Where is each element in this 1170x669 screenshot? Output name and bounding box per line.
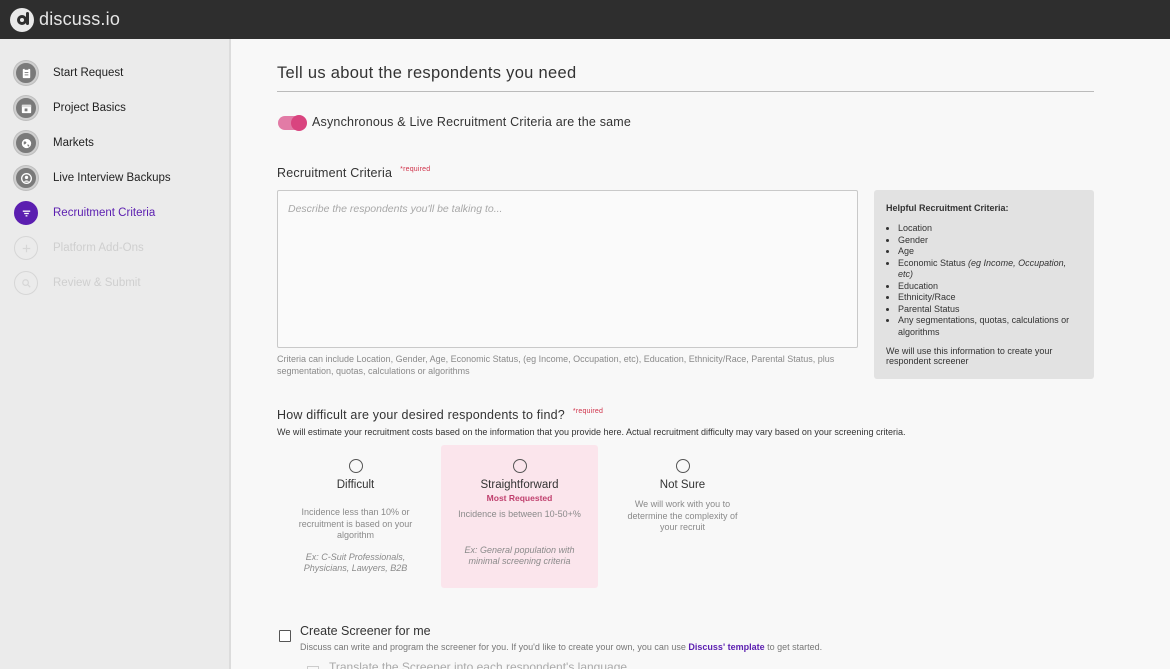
search-icon xyxy=(14,271,38,295)
sidebar-item-platform-add-ons[interactable]: Platform Add-Ons xyxy=(14,234,144,262)
sidebar-item-recruitment-criteria[interactable]: Recruitment Criteria xyxy=(14,199,155,227)
list-item: Ethnicity/Race xyxy=(898,292,1082,304)
difficulty-option-straightforward[interactable]: Straightforward Most Requested Incidence… xyxy=(441,445,598,588)
list-item: Economic Status (eg Income, Occupation, … xyxy=(898,258,1082,281)
required-marker: *required xyxy=(572,408,604,415)
option-description: We will work with you to determine the c… xyxy=(627,499,738,532)
list-item: Education xyxy=(898,281,1082,293)
option-example: Ex: General population with minimal scre… xyxy=(464,544,575,567)
sidebar-item-project-basics[interactable]: Project Basics xyxy=(14,94,126,122)
option-example: Ex: C-Suit Professionals, Physicians, La… xyxy=(303,551,408,574)
sidebar-item-label: Project Basics xyxy=(53,102,126,114)
radio-button[interactable] xyxy=(675,459,690,473)
sidebar-item-label: Recruitment Criteria xyxy=(53,207,156,219)
recruitment-criteria-textarea[interactable]: Describe the respondents you'll be talki… xyxy=(277,190,858,348)
sidebar-item-label: Live Interview Backups xyxy=(53,172,171,184)
option-description: Incidence less than 10% or recruitment i… xyxy=(298,507,413,540)
difficulty-option-difficult[interactable]: Difficult Incidence less than 10% or rec… xyxy=(277,445,434,588)
sidebar-item-label: Start Request xyxy=(53,67,124,79)
plus-icon xyxy=(14,236,38,260)
recruitment-criteria-label: Recruitment Criteria *required xyxy=(277,166,431,180)
divider xyxy=(277,91,1094,92)
option-title: Not Sure xyxy=(659,479,706,491)
helpful-note: We will use this information to create y… xyxy=(886,346,1053,366)
required-marker: *required xyxy=(400,166,431,173)
list-item: Parental Status xyxy=(898,304,1082,316)
same-criteria-toggle[interactable] xyxy=(278,115,307,131)
clipboard-icon xyxy=(14,61,38,85)
difficulty-subtitle: We will estimate your recruitment costs … xyxy=(277,427,906,437)
most-requested-badge: Most Requested xyxy=(486,493,553,503)
radio-button[interactable] xyxy=(348,459,363,473)
sidebar-item-label: Markets xyxy=(53,137,94,149)
globe-icon xyxy=(14,131,38,155)
list-item: Gender xyxy=(898,235,1082,247)
helpful-title: Helpful Recruitment Criteria: xyxy=(886,203,1009,213)
option-description: Incidence is between 10-50+% xyxy=(458,509,581,519)
sidebar: Start Request Project Basics Markets Liv… xyxy=(0,39,231,669)
sidebar-item-label: Review & Submit xyxy=(53,277,141,289)
user-icon xyxy=(14,166,38,190)
option-title: Difficult xyxy=(336,479,375,491)
list-item: Any segmentations, quotas, calculations … xyxy=(898,315,1082,338)
helpful-criteria-panel: Helpful Recruitment Criteria: Location G… xyxy=(874,190,1094,379)
sidebar-item-live-interview-backups[interactable]: Live Interview Backups xyxy=(14,164,171,192)
main-content: Tell us about the respondents you need A… xyxy=(233,39,1170,669)
discuss-logo-icon[interactable] xyxy=(10,7,34,32)
calendar-icon xyxy=(14,96,38,120)
criteria-placeholder: Describe the respondents you'll be talki… xyxy=(288,203,503,215)
criteria-help-text: Criteria can include Location, Gender, A… xyxy=(277,354,835,376)
sidebar-item-start-request[interactable]: Start Request xyxy=(14,59,123,87)
list-item: Location xyxy=(898,223,1082,235)
option-title: Straightforward xyxy=(480,479,559,491)
app-name: discuss.io xyxy=(39,9,121,29)
list-item: Age xyxy=(898,246,1082,258)
translate-screener-label: Translate the Screener into each respond… xyxy=(329,660,628,669)
difficulty-option-not-sure[interactable]: Not Sure We will work with you to determ… xyxy=(604,445,761,588)
radio-button[interactable] xyxy=(512,459,527,473)
filter-icon xyxy=(14,201,38,225)
same-criteria-toggle-label: Asynchronous & Live Recruitment Criteria… xyxy=(312,115,632,129)
create-screener-checkbox[interactable] xyxy=(279,630,291,642)
sidebar-item-label: Platform Add-Ons xyxy=(53,242,144,254)
create-screener-description: Discuss can write and program the screen… xyxy=(300,642,823,652)
difficulty-label: How difficult are your desired responden… xyxy=(277,408,604,422)
create-screener-label: Create Screener for me xyxy=(300,624,431,638)
page-title: Tell us about the respondents you need xyxy=(277,64,577,82)
top-bar: discuss.io xyxy=(0,0,1170,39)
helpful-list: Location Gender Age Economic Status (eg … xyxy=(886,223,1082,338)
sidebar-item-markets[interactable]: Markets xyxy=(14,129,94,157)
template-link[interactable]: Discuss' template xyxy=(688,642,764,652)
sidebar-item-review-submit[interactable]: Review & Submit xyxy=(14,269,141,297)
